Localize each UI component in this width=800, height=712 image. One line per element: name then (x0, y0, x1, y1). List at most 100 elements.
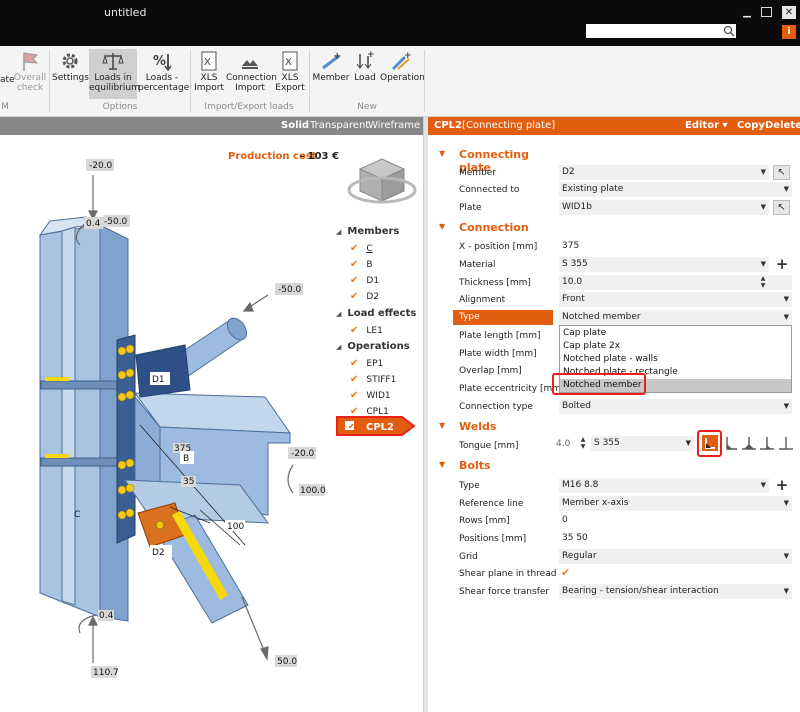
delete-button[interactable]: Delete (765, 120, 800, 131)
dropdown-arrow-icon[interactable]: ▼ (761, 257, 766, 272)
check-icon[interactable]: ✔ (350, 374, 358, 385)
tongue-spinner[interactable]: ▲ ▼ (577, 436, 589, 451)
new-operation-button[interactable]: + Operation (380, 49, 425, 99)
overall-check-button[interactable]: Overall check (13, 49, 47, 99)
spin-down-icon[interactable]: ▼ (757, 282, 769, 289)
tree-item-operation[interactable]: ✔ WID1 (350, 390, 391, 401)
shear-transfer-select[interactable]: Bearing - tension/shear interaction ▼ (559, 584, 792, 599)
check-icon[interactable]: ✔ (350, 291, 358, 302)
collapse-arrow-icon[interactable]: ▼ (439, 421, 445, 430)
rows-input[interactable]: 0 (559, 513, 792, 528)
tree-item-member[interactable]: ✔ D2 (350, 291, 379, 302)
spin-up-icon[interactable]: ▲ (757, 275, 769, 282)
dropdown-arrow-icon[interactable]: ▼ (761, 165, 766, 180)
tree-item-load[interactable]: ✔ LE1 (350, 325, 383, 336)
collapse-arrow-icon[interactable]: ▼ (439, 149, 445, 158)
plate-select[interactable]: WID1b ▼ (559, 200, 769, 215)
3d-viewport[interactable]: -20.0 0.4 -50.0 -50.0 D1 375 B 35 -20.0 … (0, 135, 423, 712)
tree-item-member[interactable]: ✔ C (350, 243, 373, 254)
weld-type-fillet-icon[interactable] (702, 435, 718, 451)
maximize-button[interactable] (761, 7, 772, 17)
tree-item-member[interactable]: ✔ B (350, 259, 373, 270)
grid-select[interactable]: Regular ▼ (559, 549, 792, 564)
type-option[interactable]: Notched plate - walls (560, 353, 791, 366)
connection-type-select[interactable]: Bolted ▼ (559, 399, 792, 414)
dropdown-arrow-icon[interactable]: ▼ (784, 310, 789, 325)
weld-type-none-icon[interactable] (778, 435, 794, 451)
dropdown-arrow-icon[interactable]: ▼ (686, 436, 691, 451)
tree-group-operations[interactable]: ◢ Operations (336, 341, 410, 352)
weld-type-side-icon[interactable] (723, 435, 739, 451)
dropdown-arrow-icon[interactable]: ▼ (761, 200, 766, 215)
expand-arrow-icon[interactable]: ◢ (336, 228, 341, 236)
dropdown-arrow-icon[interactable]: ▼ (761, 478, 766, 493)
view-cube[interactable] (347, 158, 417, 204)
tree-item-operation[interactable]: ✔ EP1 (350, 358, 383, 369)
settings-button[interactable]: Settings (52, 49, 89, 99)
spin-down-icon[interactable]: ▼ (577, 443, 589, 450)
weld-type-butt-icon[interactable] (759, 435, 775, 451)
tree-item-label: B (366, 260, 373, 270)
search-icon[interactable] (722, 24, 736, 38)
column-flange-front[interactable] (61, 226, 76, 606)
new-load-button[interactable]: + Load (351, 49, 379, 99)
add-material-button[interactable]: + (774, 257, 790, 272)
member-select[interactable]: D2 ▼ (559, 165, 769, 180)
dropdown-arrow-icon[interactable]: ▼ (784, 182, 789, 197)
tree-group-members[interactable]: ◢ Members (336, 226, 399, 237)
bolt-type-select[interactable]: M16 8.8 ▼ (559, 478, 769, 493)
type-option[interactable]: Cap plate 2x (560, 340, 791, 353)
tree-group-load-effects[interactable]: ◢ Load effects (336, 308, 416, 319)
check-icon[interactable]: ✔ (350, 275, 358, 286)
copy-button[interactable]: Copy (737, 120, 765, 131)
loads-percentage-button[interactable]: % Loads - percentage (138, 49, 189, 99)
positions-input[interactable]: 35 50 (559, 531, 792, 546)
new-member-button[interactable]: + Member (312, 49, 350, 99)
editor-menu[interactable]: Editor ▾ (685, 120, 728, 131)
weld-type-double-icon[interactable] (741, 435, 757, 451)
check-icon[interactable]: ✔ (350, 358, 358, 369)
xls-export-button[interactable]: X XLS Export (275, 49, 305, 99)
view-tab-solid[interactable]: Solid (281, 120, 309, 131)
pick-member-button[interactable]: ↖ (773, 165, 790, 180)
search-input[interactable] (586, 24, 736, 38)
expand-arrow-icon[interactable]: ◢ (336, 343, 341, 351)
check-icon[interactable]: ✔ (350, 259, 358, 270)
dropdown-arrow-icon[interactable]: ▼ (784, 549, 789, 564)
weld-material-select[interactable]: S 355 ▼ (591, 436, 694, 451)
connection-import-button[interactable]: Connection Import (226, 49, 277, 99)
x-position-input[interactable]: 375 (559, 239, 792, 254)
collapse-arrow-icon[interactable]: ▼ (439, 222, 445, 231)
dropdown-arrow-icon[interactable]: ▼ (784, 584, 789, 599)
dropdown-arrow-icon[interactable]: ▼ (784, 399, 789, 414)
connected-to-select[interactable]: Existing plate ▼ (559, 182, 792, 197)
type-select[interactable]: Notched member ▼ (559, 310, 792, 325)
alignment-select[interactable]: Front ▼ (559, 292, 792, 307)
tree-item-selected-cpl2[interactable]: ✔ CPL2 (336, 416, 416, 436)
minimize-button[interactable]: ▁ (740, 6, 754, 19)
collapse-arrow-icon[interactable]: ▼ (439, 460, 445, 469)
dropdown-arrow-icon[interactable]: ▼ (784, 496, 789, 511)
tree-item-operation[interactable]: ✔ STIFF1 (350, 374, 396, 385)
check-icon[interactable]: ✔ (350, 243, 358, 254)
shear-plane-checkbox[interactable]: ✔ (561, 566, 570, 579)
type-option[interactable]: Cap plate (560, 327, 791, 340)
material-select[interactable]: S 355 ▼ (559, 257, 769, 272)
add-bolt-button[interactable]: + (774, 478, 790, 493)
xls-import-button[interactable]: X XLS Import (193, 49, 225, 99)
info-button[interactable]: i (782, 25, 796, 39)
view-tab-wireframe[interactable]: Wireframe (368, 120, 420, 131)
dropdown-arrow-icon[interactable]: ▼ (784, 292, 789, 307)
spin-up-icon[interactable]: ▲ (577, 436, 589, 443)
reference-line-select[interactable]: Member x-axis ▼ (559, 496, 792, 511)
view-tab-transparent[interactable]: Transparent (310, 120, 369, 131)
pick-plate-button[interactable]: ↖ (773, 200, 790, 215)
thickness-spinner[interactable]: ▲ ▼ (757, 275, 769, 290)
tongue-size[interactable]: 4.0 (556, 439, 570, 449)
loads-in-equilibrium-button[interactable]: Loads in equilibrium (89, 49, 140, 99)
tree-item-member[interactable]: ✔ D1 (350, 275, 379, 286)
close-button[interactable]: ✕ (782, 6, 796, 19)
expand-arrow-icon[interactable]: ◢ (336, 310, 341, 318)
check-icon[interactable]: ✔ (350, 390, 358, 401)
check-icon[interactable]: ✔ (350, 325, 358, 336)
